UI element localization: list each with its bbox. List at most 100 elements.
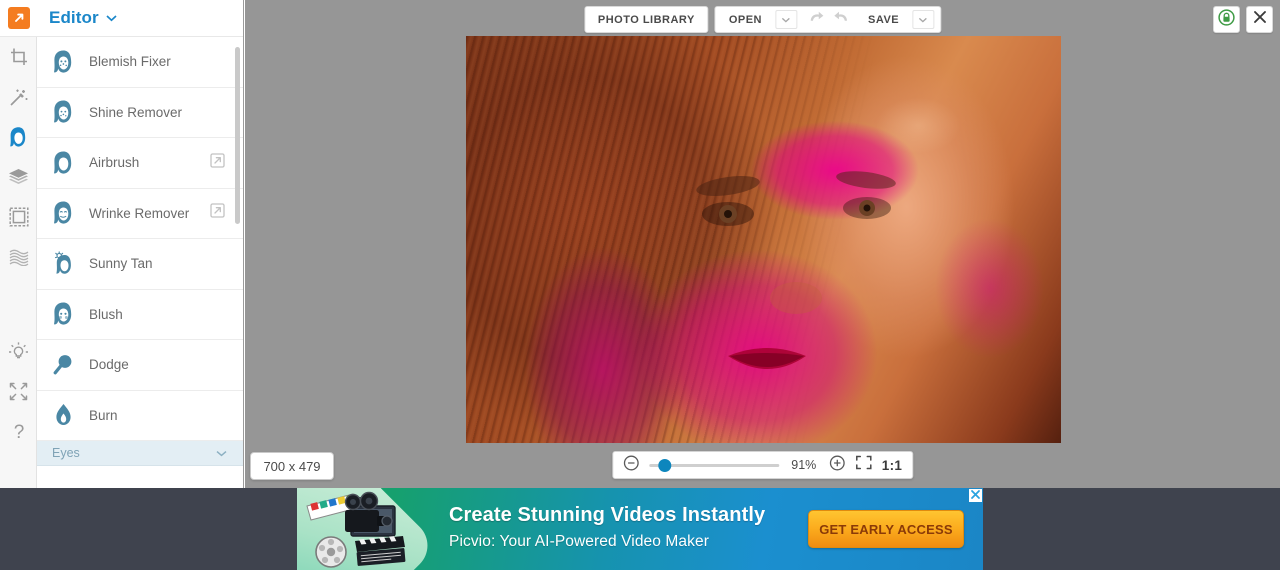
- ad-close-button[interactable]: [969, 489, 982, 502]
- sidebar-item-label: Airbrush: [89, 155, 140, 171]
- layers-icon: [8, 168, 29, 187]
- rail-item-touchup[interactable]: [0, 117, 37, 157]
- rail-item-tips[interactable]: [0, 331, 37, 371]
- plus-circle-icon: [829, 455, 845, 476]
- fit-to-screen-button[interactable]: [855, 455, 872, 475]
- sidebar-item-airbrush[interactable]: Airbrush: [37, 138, 243, 189]
- tool-sidebar: Editor Blemish Fixer Shine Remover Airbr…: [37, 0, 244, 488]
- sidebar-item-label: Shine Remover: [89, 104, 183, 120]
- burn-flame-icon: [51, 402, 85, 428]
- page-title: Editor: [49, 8, 99, 27]
- window-controls: [1213, 6, 1273, 33]
- film-camera-reel-icon: [305, 490, 425, 568]
- arrow-square-logo-icon: [7, 7, 30, 29]
- rail-item-fullscreen[interactable]: [0, 371, 37, 411]
- sidebar-item-label: Wrinke Remover: [89, 205, 190, 221]
- rail-item-help[interactable]: ?: [0, 411, 37, 451]
- sidebar-section-label: Eyes: [52, 446, 80, 460]
- face-blush-icon: [51, 301, 85, 327]
- file-actions-group: OPEN SAVE: [714, 6, 942, 33]
- rail-item-frames[interactable]: [0, 197, 37, 237]
- sidebar-item-wrinkle-remover[interactable]: Wrinke Remover: [37, 188, 243, 239]
- zoom-toolbar: 91% 1:1: [611, 451, 914, 479]
- advertisement-banner[interactable]: Create Stunning Videos Instantly Picvio:…: [297, 488, 983, 570]
- lightbulb-icon: [8, 341, 29, 362]
- ad-subheadline: Picvio: Your AI-Powered Video Maker: [449, 533, 709, 550]
- zoom-slider-knob[interactable]: [657, 458, 671, 472]
- editor-app: ? Editor Blemish Fixer Shine Remover Air…: [0, 0, 1280, 570]
- expand-arrows-icon: [9, 382, 28, 401]
- texture-icon: [9, 248, 29, 266]
- ad-cta-button[interactable]: GET EARLY ACCESS: [808, 510, 964, 548]
- sidebar-scrollbar[interactable]: [235, 47, 240, 224]
- zoom-slider[interactable]: [648, 455, 779, 475]
- close-x-icon: [1253, 10, 1267, 29]
- sidebar-item-label: Dodge: [89, 357, 129, 373]
- tool-list: Blemish Fixer Shine Remover Airbrush Wri…: [37, 37, 243, 488]
- face-tan-icon: [51, 251, 85, 277]
- account-lock-icon: [1218, 8, 1235, 31]
- fit-screen-icon: [855, 455, 872, 475]
- chevron-down-icon[interactable]: [216, 444, 227, 462]
- undo-button[interactable]: [803, 6, 829, 33]
- ad-headline: Create Stunning Videos Instantly: [449, 504, 766, 526]
- image-size-tooltip: 700 x 479: [250, 452, 334, 480]
- left-tool-rail: ?: [0, 0, 37, 488]
- canvas-toolbar: PHOTO LIBRARY OPEN SAVE: [583, 6, 942, 33]
- face-airbrush-icon: [51, 150, 85, 176]
- sidebar-header[interactable]: Editor: [37, 0, 243, 37]
- crop-icon: [9, 47, 29, 67]
- face-wrinkle-icon: [51, 200, 85, 226]
- face-shine-icon: [51, 99, 85, 125]
- ad-text-block: Create Stunning Videos Instantly Picvio:…: [449, 504, 765, 551]
- premium-external-icon[interactable]: [210, 153, 225, 173]
- save-button[interactable]: SAVE: [855, 6, 912, 33]
- photo-library-group: PHOTO LIBRARY: [583, 6, 709, 33]
- magic-wand-icon: [8, 87, 29, 108]
- rail-item-enhance[interactable]: [0, 77, 37, 117]
- canvas-area: PHOTO LIBRARY OPEN SAVE 700 x 479 91% 1:…: [245, 0, 1280, 488]
- photo-highlight: [466, 36, 1061, 443]
- sidebar-item-blush[interactable]: Blush: [37, 289, 243, 340]
- rail-spacer: [0, 277, 36, 331]
- sidebar-item-blemish-fixer[interactable]: Blemish Fixer: [37, 37, 243, 88]
- chevron-down-icon[interactable]: [106, 9, 117, 27]
- frame-icon: [8, 207, 29, 227]
- sidebar-item-sunny-tan[interactable]: Sunny Tan: [37, 239, 243, 290]
- face-blemish-icon: [51, 49, 85, 75]
- sidebar-item-label: Blemish Fixer: [89, 54, 171, 70]
- photo-canvas[interactable]: [466, 36, 1061, 443]
- open-button[interactable]: OPEN: [716, 6, 775, 33]
- face-touchup-icon: [8, 126, 29, 148]
- sidebar-item-label: Sunny Tan: [89, 256, 153, 272]
- premium-external-icon[interactable]: [210, 203, 225, 223]
- sidebar-item-label: Blush: [89, 306, 123, 322]
- sidebar-item-shine-remover[interactable]: Shine Remover: [37, 87, 243, 138]
- sidebar-item-dodge[interactable]: Dodge: [37, 340, 243, 391]
- close-button[interactable]: [1246, 6, 1273, 33]
- rail-item-textures[interactable]: [0, 237, 37, 277]
- account-button[interactable]: [1213, 6, 1240, 33]
- minus-circle-icon: [623, 455, 639, 476]
- sidebar-section-eyes[interactable]: Eyes: [37, 441, 243, 466]
- zoom-out-button[interactable]: [623, 455, 639, 476]
- open-dropdown-caret[interactable]: [775, 10, 797, 29]
- redo-button[interactable]: [829, 6, 855, 33]
- question-mark-icon: ?: [10, 421, 28, 441]
- sidebar-item-label: Burn: [89, 407, 118, 423]
- dodge-icon: [51, 352, 85, 378]
- rail-item-crop[interactable]: [0, 37, 37, 77]
- sidebar-item-burn[interactable]: Burn: [37, 390, 243, 441]
- app-logo[interactable]: [0, 0, 37, 37]
- ad-bar: Create Stunning Videos Instantly Picvio:…: [0, 488, 1280, 570]
- svg-text:?: ?: [13, 422, 24, 441]
- redo-arrow-icon: [834, 11, 851, 29]
- undo-arrow-icon: [808, 11, 825, 29]
- zoom-percent-label: 91%: [791, 458, 817, 472]
- zoom-in-button[interactable]: [829, 455, 845, 476]
- photo-library-button[interactable]: PHOTO LIBRARY: [585, 6, 708, 33]
- ad-close-x-icon: [970, 488, 981, 505]
- rail-item-layers[interactable]: [0, 157, 37, 197]
- save-dropdown-caret[interactable]: [912, 10, 935, 29]
- actual-size-button[interactable]: 1:1: [882, 458, 902, 473]
